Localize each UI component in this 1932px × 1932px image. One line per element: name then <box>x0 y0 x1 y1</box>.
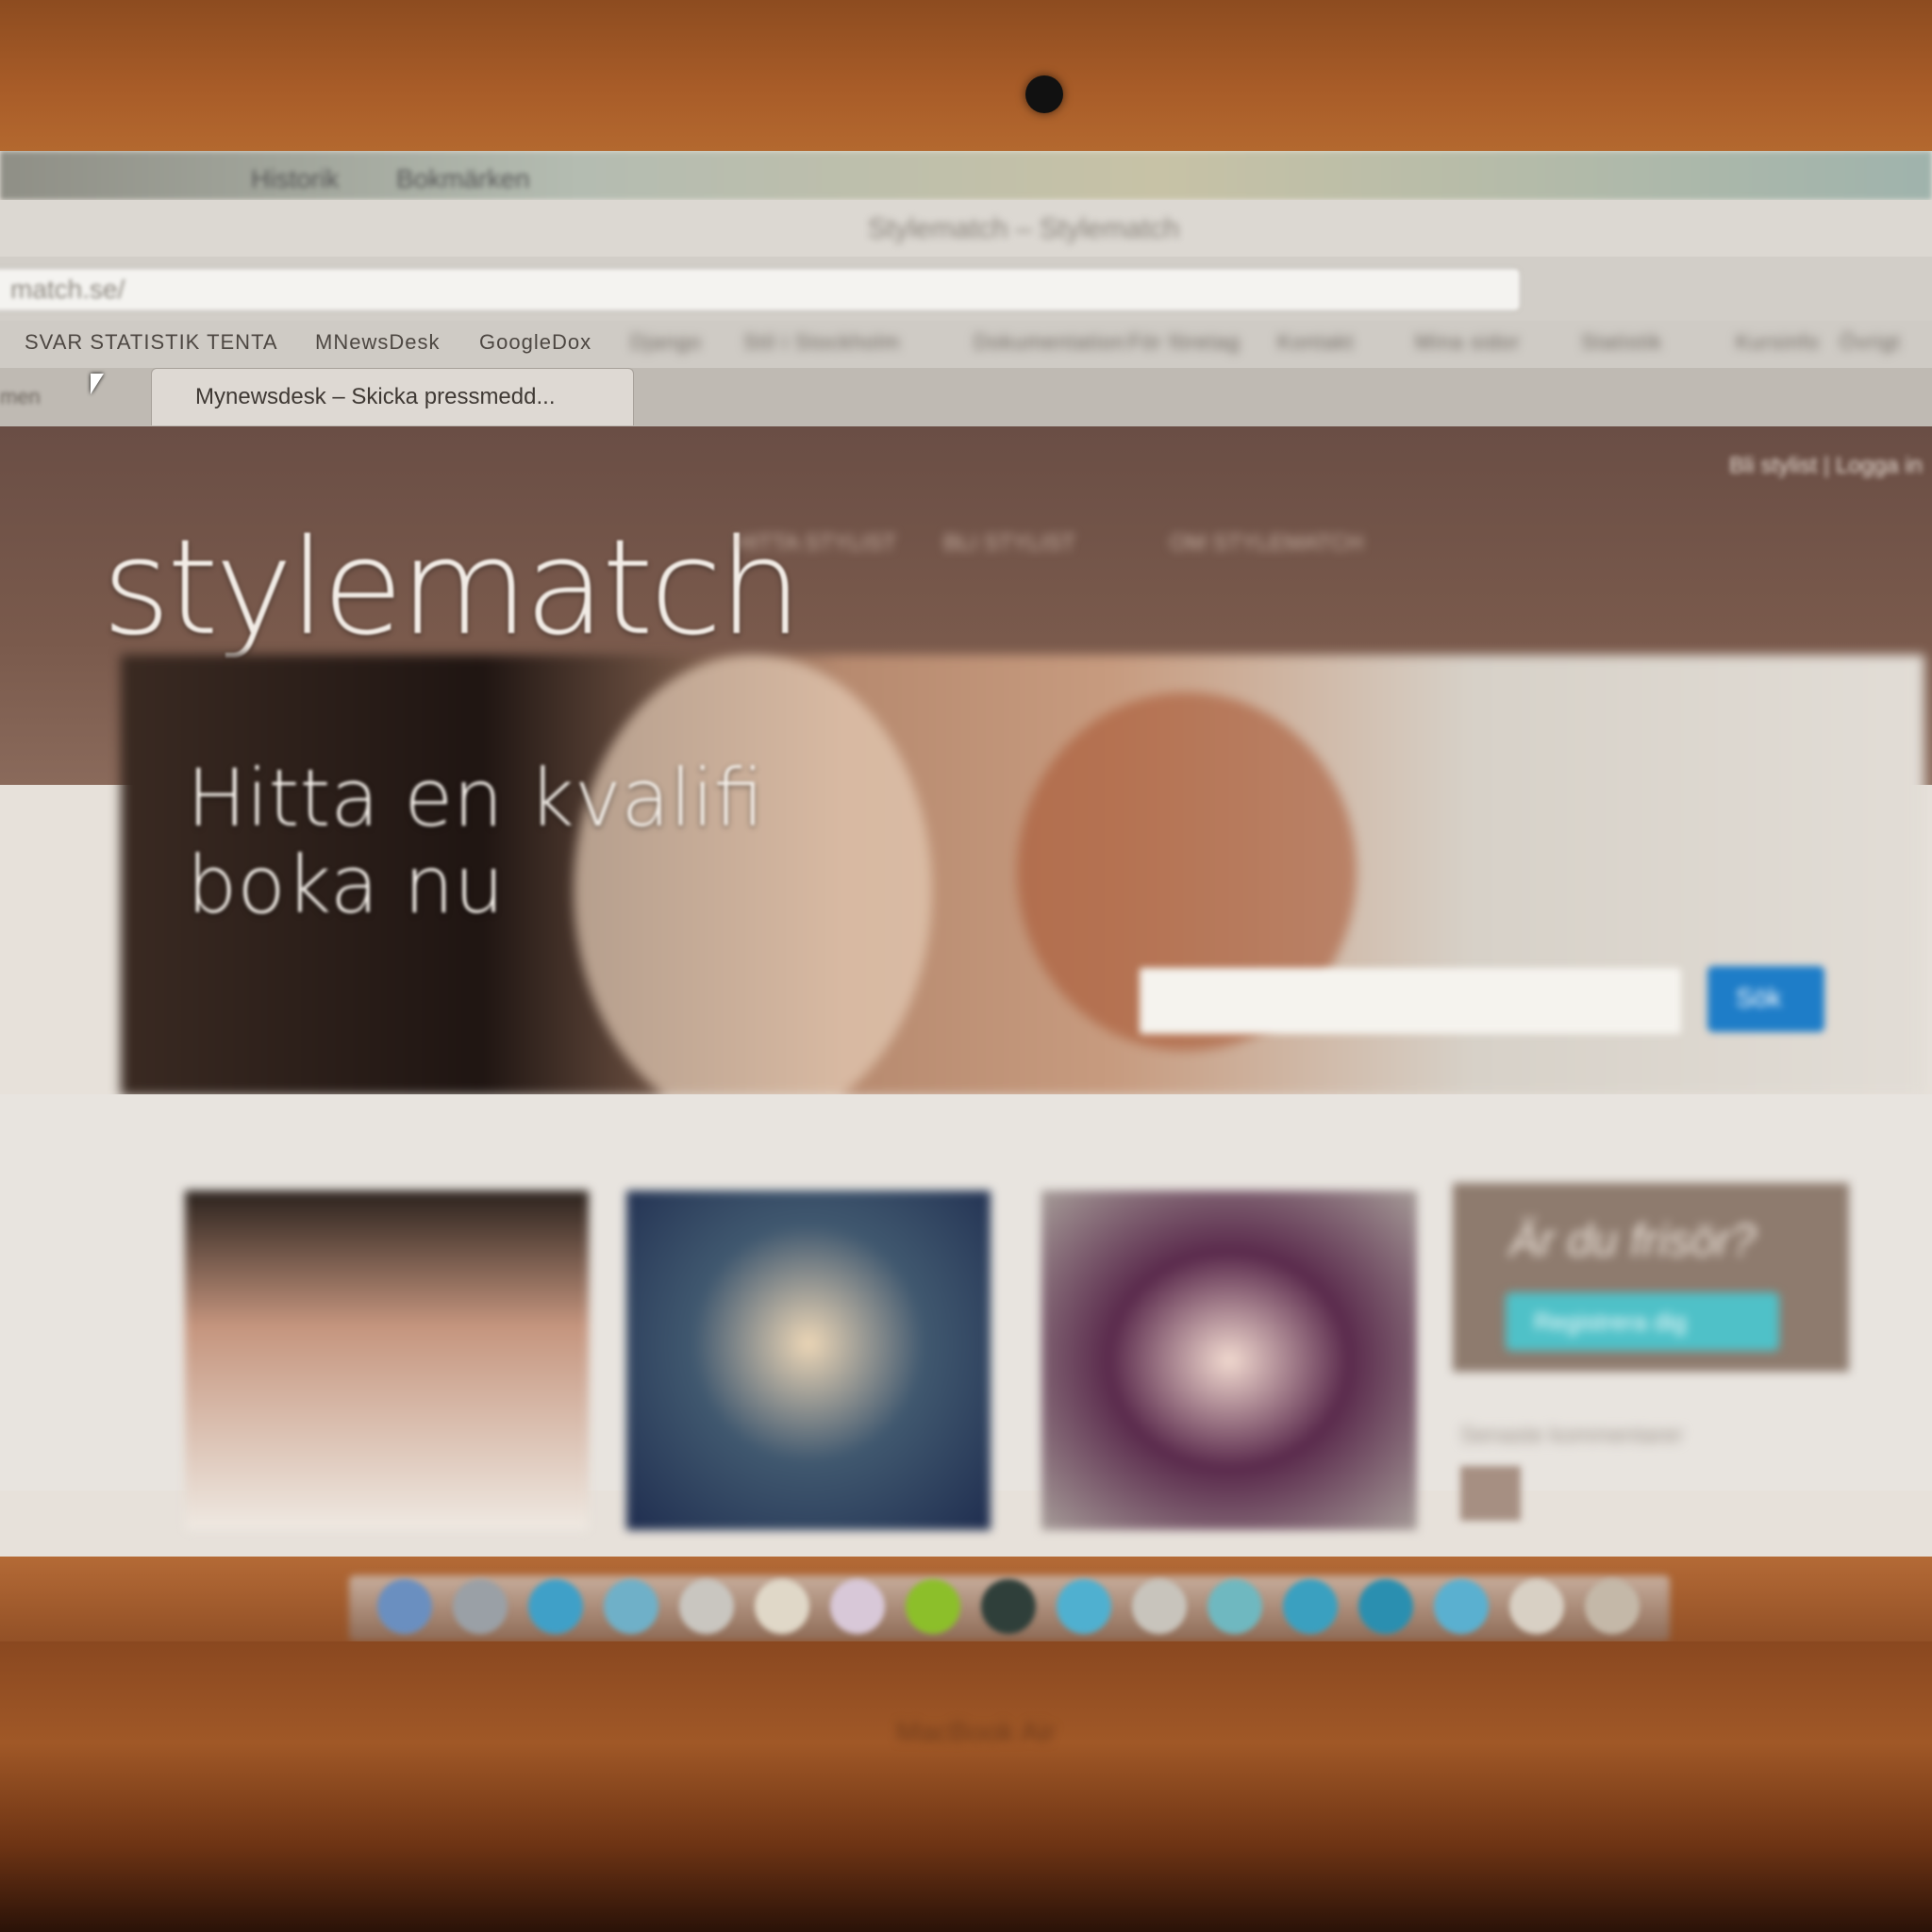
terminal-icon[interactable] <box>981 1579 1036 1634</box>
safari-icon[interactable] <box>528 1579 583 1634</box>
bookmark-item[interactable]: Statistik <box>1581 330 1662 355</box>
finder-icon[interactable] <box>377 1579 432 1634</box>
menu-item-bookmarks[interactable]: Bokmärken <box>396 164 530 194</box>
os-menubar: Historik Bokmärken <box>0 151 1932 200</box>
bookmark-item[interactable]: SVAR STATISTIK TENTA <box>25 330 278 355</box>
menu-item-history[interactable]: Historik <box>251 164 339 194</box>
laptop-label: MacBook Air <box>896 1717 1056 1748</box>
skype-icon[interactable] <box>1283 1579 1338 1634</box>
mouse-cursor-icon <box>91 374 104 394</box>
webcam <box>1025 75 1063 113</box>
app-icon[interactable] <box>1132 1579 1187 1634</box>
bookmark-item[interactable]: Dokumentation <box>974 330 1125 355</box>
laptop-top-bezel <box>0 0 1932 160</box>
window-title: Stylematch – Stylematch <box>868 213 1180 244</box>
bookmark-item[interactable]: För företag <box>1128 330 1241 355</box>
tab-active-title: Mynewsdesk – Skicka pressmedd... <box>195 384 556 409</box>
promo-register-button-label: Registrera dig <box>1534 1307 1687 1336</box>
address-bar[interactable]: match.se/ <box>0 268 1521 311</box>
app-icon[interactable] <box>1208 1579 1262 1634</box>
app-icon[interactable] <box>906 1579 960 1634</box>
promo-register-button[interactable]: Registrera dig <box>1506 1292 1779 1351</box>
bookmark-item[interactable]: GoogleDox <box>479 330 591 355</box>
bookmark-item[interactable]: Övrigt <box>1840 330 1901 355</box>
hero-heading-line2: boka nu <box>187 839 505 931</box>
laptop-bottom-bezel: MacBook Air <box>0 1641 1932 1932</box>
hero-search-button[interactable]: Sök <box>1707 966 1824 1032</box>
app-icon[interactable] <box>755 1579 809 1634</box>
hero-search-button-label: Sök <box>1736 983 1782 1012</box>
promo-title: Är du frisör? <box>1509 1216 1757 1266</box>
nav-item-become-stylist[interactable]: BLI STYLIST <box>943 530 1075 557</box>
mail-icon[interactable] <box>604 1579 658 1634</box>
stylist-card-image[interactable] <box>1041 1191 1417 1530</box>
app-icon[interactable] <box>679 1579 734 1634</box>
bookmark-item[interactable]: Kursinfo <box>1736 330 1820 355</box>
nav-item-find-stylist[interactable]: HITTA STYLIST <box>736 530 896 557</box>
hero-heading: Hitta en kvalifi boka nu <box>187 755 764 928</box>
bookmark-item[interactable]: Django <box>630 330 702 355</box>
sidebar-thumbnail[interactable] <box>1460 1466 1521 1521</box>
bookmark-item[interactable]: MNewsDesk <box>315 330 440 355</box>
app-icon[interactable] <box>453 1579 508 1634</box>
app-icon[interactable] <box>1434 1579 1489 1634</box>
app-icon[interactable] <box>830 1579 885 1634</box>
app-icon[interactable] <box>1358 1579 1413 1634</box>
sidebar-heading: Senaste kommentarer <box>1460 1423 1684 1448</box>
os-dock <box>0 1557 1932 1651</box>
browser-toolbar: match.se/ <box>0 257 1932 321</box>
stylist-card-image[interactable] <box>626 1191 991 1530</box>
bookmark-item[interactable]: Stil i Stockholm <box>743 330 900 355</box>
stylist-card-image[interactable] <box>185 1191 589 1530</box>
bookmark-item[interactable]: Kontakt <box>1277 330 1355 355</box>
login-link[interactable]: Bli stylist | Logga in <box>1729 453 1923 479</box>
trash-icon[interactable] <box>1585 1579 1640 1634</box>
hero-search-input[interactable] <box>1140 968 1681 1034</box>
app-icon[interactable] <box>1057 1579 1111 1634</box>
tab-active[interactable]: Mynewsdesk – Skicka pressmedd... <box>151 368 634 425</box>
site-logo[interactable]: stylematch <box>102 511 802 665</box>
bookmarks-bar: SVAR STATISTIK TENTA MNewsDesk GoogleDox… <box>0 321 1932 368</box>
nav-item-about[interactable]: OM STYLEMATCH <box>1170 530 1363 557</box>
app-icon[interactable] <box>1509 1579 1564 1634</box>
tab-bar: men Mynewsdesk – Skicka pressmedd... <box>0 368 1932 426</box>
bookmark-item[interactable]: Mina sidor <box>1415 330 1520 355</box>
browser-title-bar: Stylematch – Stylematch <box>0 200 1932 257</box>
address-bar-url: match.se/ <box>10 275 125 304</box>
hero-heading-line1: Hitta en kvalifi <box>187 752 764 844</box>
tab-previous[interactable]: men <box>0 385 41 409</box>
